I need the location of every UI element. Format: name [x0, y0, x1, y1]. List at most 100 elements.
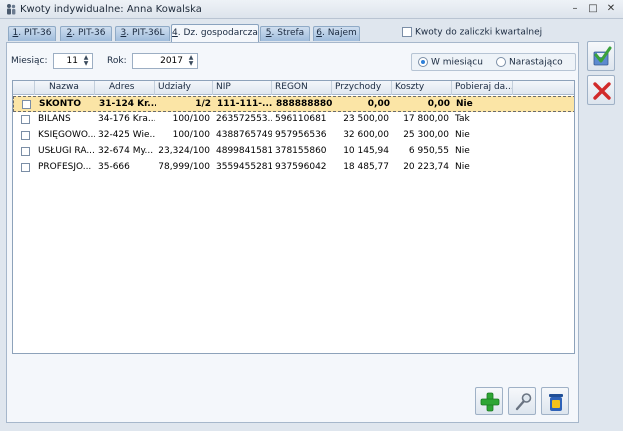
row-checkbox[interactable] [21, 131, 30, 140]
radio-dot[interactable] [496, 57, 506, 67]
tab-pit36l[interactable]: 3. PIT-36L [115, 26, 170, 41]
radio-dot[interactable] [418, 57, 428, 67]
cell-fetch: Nie [456, 99, 473, 109]
cell-costs: 20 223,74 [403, 162, 449, 172]
cell-share: 100/100 [172, 130, 210, 140]
cell-name: KSIĘGOWO... [38, 130, 95, 140]
col-costs[interactable]: Koszty [392, 81, 452, 95]
cell-income: 18 485,77 [343, 162, 389, 172]
cell-nip: 111-111-... [217, 99, 273, 109]
cell-nip: 4899841581 [216, 146, 272, 156]
edit-button[interactable] [508, 387, 536, 415]
table-row[interactable]: USŁUGI RA... 32-674 My... 23,324/100 489… [13, 144, 574, 160]
table-row[interactable]: PROFESJO... 35-666 78,999/100 3559455281… [13, 160, 574, 176]
cell-income: 0,00 [367, 99, 390, 109]
stepper-arrows-icon[interactable]: ▲ ▼ [81, 55, 91, 67]
year-label: Rok: [107, 56, 127, 66]
maximize-icon[interactable]: □ [585, 2, 601, 16]
tab-pit36-1[interactable]: 1. PIT-36 [8, 26, 56, 41]
cell-fetch: Nie [455, 146, 470, 156]
stepper-arrows-icon[interactable]: ▲ ▼ [186, 55, 196, 67]
cell-nip: 263572553... [216, 114, 272, 124]
cell-name: SKONTO [39, 99, 82, 109]
cell-costs: 25 300,00 [403, 130, 449, 140]
cell-share: 100/100 [172, 114, 210, 124]
cell-name: PROFESJO... [38, 162, 92, 172]
cell-income: 32 600,00 [343, 130, 389, 140]
cell-name: BILANS [38, 114, 71, 124]
cell-costs: 6 950,55 [408, 146, 449, 156]
table-row[interactable]: KSIĘGOWO... 32-425 Wie... 100/100 438876… [13, 128, 574, 144]
col-name[interactable]: Nazwa [35, 81, 95, 95]
cell-fetch: Nie [455, 162, 470, 172]
cell-address: 32-674 My... [98, 146, 154, 156]
table-row[interactable]: BILANS 34-176 Kra... 100/100 263572553..… [13, 112, 574, 128]
quarterly-label: Kwoty do zaliczki kwartalnej [415, 27, 543, 38]
cell-name: USŁUGI RA... [38, 146, 95, 156]
cell-regon: 378155860 [275, 146, 327, 156]
col-income[interactable]: Przychody [332, 81, 392, 95]
month-value: 11 [66, 56, 78, 66]
month-stepper[interactable]: 11 ▲ ▼ [53, 53, 93, 69]
year-stepper[interactable]: 2017 ▲ ▼ [132, 53, 198, 69]
row-checkbox[interactable] [21, 115, 30, 124]
cell-fetch: Tak [455, 114, 470, 124]
tab-label: . PIT-36 [72, 28, 106, 38]
grid-header: Nazwa Adres Udziały NIP REGON Przychody … [13, 81, 574, 95]
cell-income: 10 145,94 [343, 146, 389, 156]
cell-regon: 957956536 [275, 130, 327, 140]
tab-label: . Strefa [271, 28, 305, 38]
window-title: Kwoty indywidualne: Anna Kowalska [20, 4, 202, 15]
save-button[interactable] [587, 41, 615, 71]
cell-share: 23,324/100 [158, 146, 210, 156]
trash-bin-icon [549, 394, 563, 411]
minimize-icon[interactable]: – [567, 2, 583, 16]
col-share[interactable]: Udziały [155, 81, 213, 95]
tab-strefa[interactable]: 5. Strefa [260, 26, 310, 41]
col-regon[interactable]: REGON [272, 81, 332, 95]
users-icon [7, 4, 16, 15]
row-checkbox[interactable] [21, 163, 30, 172]
tab-label: . Dz. gospodarcza [177, 28, 258, 38]
add-button[interactable] [475, 387, 503, 415]
cell-fetch: Nie [455, 130, 470, 140]
col-fetch[interactable]: Pobieraj da... [452, 81, 513, 95]
col-nip[interactable]: NIP [213, 81, 272, 95]
cell-costs: 17 800,00 [403, 114, 449, 124]
cell-income: 23 500,00 [343, 114, 389, 124]
tab-najem[interactable]: 6. Najem [313, 26, 360, 41]
radio-cumulative-label: Narastająco [509, 57, 563, 68]
month-label: Miesiąc: [11, 56, 48, 66]
main-panel: Miesiąc: 11 ▲ ▼ Rok: 2017 ▲ ▼ W miesiącu N… [6, 42, 579, 423]
cell-costs: 0,00 [427, 99, 450, 109]
col-check [13, 81, 35, 95]
cell-share: 1/2 [195, 99, 211, 109]
row-checkbox[interactable] [21, 147, 30, 156]
row-checkbox[interactable] [22, 100, 31, 109]
add-plus-icon [480, 392, 500, 412]
business-grid: Nazwa Adres Udziały NIP REGON Przychody … [12, 80, 575, 354]
cell-share: 78,999/100 [158, 162, 210, 172]
quarterly-checkbox[interactable]: Kwoty do zaliczki kwartalnej [402, 27, 542, 38]
radio-month[interactable]: W miesiącu [418, 57, 483, 68]
cell-nip: 4388765749 [216, 130, 272, 140]
cancel-button[interactable] [587, 75, 615, 105]
tab-dz-gospodarcza[interactable]: 4. Dz. gospodarcza [171, 24, 259, 42]
cell-address: 31-124 Kr... [99, 99, 156, 109]
cell-address: 34-176 Kra... [98, 114, 155, 124]
radio-cumulative[interactable]: Narastająco [496, 57, 563, 68]
cell-address: 35-666 [98, 162, 130, 172]
close-icon[interactable]: ✕ [603, 2, 619, 16]
checkbox-box[interactable] [402, 27, 412, 37]
cancel-x-icon [593, 82, 611, 100]
year-value: 2017 [160, 56, 183, 66]
cell-regon: 888888880 [276, 99, 333, 109]
table-row[interactable]: SKONTO 31-124 Kr... 1/2 111-111-... 8888… [13, 96, 574, 112]
tab-label: . PIT-36L [126, 28, 165, 38]
delete-button[interactable] [541, 387, 569, 415]
tab-pit36-2[interactable]: 2. PIT-36 [60, 26, 112, 41]
cell-nip: 3559455281 [216, 162, 272, 172]
col-address[interactable]: Adres [95, 81, 155, 95]
cell-address: 32-425 Wie... [98, 130, 155, 140]
edit-magnifier-icon [515, 393, 532, 411]
